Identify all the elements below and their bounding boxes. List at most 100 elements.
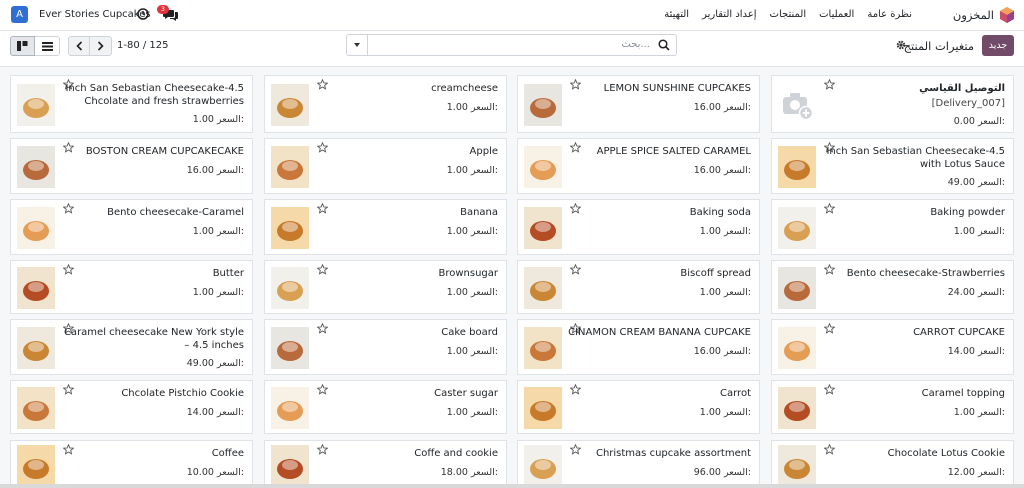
product-card[interactable]: Christmas cupcake assortment 96.00 السعر: [517,440,760,488]
price-label: السعر: [470,407,498,418]
menu-item-operations[interactable]: العمليات [819,9,854,20]
product-card[interactable]: Cake board 1.00 السعر: [264,319,507,375]
product-card[interactable]: Bento cheesecake-Strawberries 24.00 السعر… [771,260,1014,314]
product-price: 24.00 السعر: [948,287,1005,298]
search-options-toggle[interactable] [347,35,368,55]
list-view-button[interactable] [35,36,60,56]
product-card[interactable]: Biscoff spread 1.00 السعر: [517,260,760,314]
product-card[interactable]: Butter 1.00 السعر: [10,260,253,314]
product-card[interactable]: CARROT CUPCAKE 14.00 السعر: [771,319,1014,375]
product-price: 1.00 السعر: [193,114,244,125]
chevron-right-icon [97,41,104,51]
list-icon [41,41,53,51]
menu-item-overview[interactable]: نظرة عامة [867,9,912,20]
product-card[interactable]: Bento cheesecake-Caramel 1.00 السعر: [10,199,253,255]
price-label: السعر: [977,467,1005,478]
product-card[interactable]: Coffee 10.00 السعر: [10,440,253,488]
price-value: 12.00 [947,467,975,478]
product-image [778,387,816,429]
inventory-app-icon[interactable] [1000,7,1014,23]
price-value: 1.00 [699,226,721,237]
price-label: السعر: [723,102,751,113]
product-price: 1.00 السعر: [447,102,498,113]
product-card[interactable]: Inch San Sebastian Cheesecake-4.5 with L… [771,138,1014,194]
pager-next-button[interactable] [90,36,112,56]
price-value: 0.00 [953,116,975,127]
product-image [17,84,55,126]
product-card[interactable]: creamcheese 1.00 السعر: [264,75,507,133]
product-image [17,327,55,369]
price-value: 1.00 [192,226,214,237]
price-label: السعر: [470,346,498,357]
product-price: 14.00 السعر: [187,407,244,418]
price-label: السعر: [977,226,1005,237]
product-price: 1.00 السعر: [700,407,751,418]
product-card[interactable]: Inch San Sebastian Cheesecake-4.5 Chcola… [10,75,253,133]
kanban-view-button[interactable] [10,36,35,56]
product-card[interactable]: Caramel cheesecake New York style – 4.5 … [10,319,253,375]
product-card[interactable]: Carrot 1.00 السعر: [517,380,760,434]
price-value: 1.00 [699,407,721,418]
product-card[interactable]: Caster sugar 1.00 السعر: [264,380,507,434]
search-icon[interactable] [658,39,670,51]
price-value: 16.00 [186,165,214,176]
price-value: 16.00 [693,165,721,176]
product-card[interactable]: APPLE SPICE SALTED CARAMEL 16.00 السعر: [517,138,760,194]
product-image [271,327,309,369]
product-card[interactable]: Baking soda 1.00 السعر: [517,199,760,255]
product-card[interactable]: Chcolate Pistchio Cookie 14.00 السعر: [10,380,253,434]
product-card[interactable]: Baking powder 1.00 السعر: [771,199,1014,255]
product-card[interactable]: Coffe and cookie 18.00 السعر: [264,440,507,488]
user-avatar[interactable]: A [11,6,28,23]
gear-icon[interactable] [896,40,906,50]
price-label: السعر: [216,226,244,237]
menu-item-reporting[interactable]: إعداد التقارير [702,9,756,20]
pager-value[interactable]: 1-80 / 125 [117,40,169,51]
product-price: 1.00 السعر: [954,407,1005,418]
product-name: APPLE SPICE SALTED CARAMEL [596,146,751,157]
product-image [271,207,309,249]
price-label: السعر: [216,467,244,478]
price-value: 1.00 [446,346,468,357]
pager-previous-button[interactable] [68,36,90,56]
product-price: 1.00 السعر: [193,287,244,298]
product-name: BOSTON CREAM CUPCAKECAKE [85,146,244,157]
kanban-icon [17,41,28,51]
product-price: 16.00 السعر: [694,346,751,357]
product-price: 96.00 السعر: [694,467,751,478]
new-button[interactable]: جديد [982,35,1014,56]
product-price: 1.00 السعر: [447,346,498,357]
price-value: 1.00 [446,226,468,237]
product-card[interactable]: Banana 1.00 السعر: [264,199,507,255]
price-label: السعر: [216,358,244,369]
product-card[interactable]: Apple 1.00 السعر: [264,138,507,194]
product-price: 12.00 السعر: [948,467,1005,478]
clock-icon[interactable] [137,8,149,20]
company-switcher[interactable]: Ever Stories Cupcakes [39,9,151,20]
price-label: السعر: [470,467,498,478]
product-card[interactable]: CINAMON CREAM BANANA CUPCAKE 16.00 السعر: [517,319,760,375]
product-name: Inch San Sebastian Cheesecake-4.5 Chcola… [65,83,244,107]
product-price: 1.00 السعر: [700,287,751,298]
product-card[interactable]: Chocolate Lotus Cookie 12.00 السعر: [771,440,1014,488]
product-image [778,445,816,487]
product-card[interactable]: BOSTON CREAM CUPCAKECAKE 16.00 السعر: [10,138,253,194]
product-name: CARROT CUPCAKE [913,327,1005,338]
search-bar[interactable]: بحث... [346,34,677,56]
product-card[interactable]: Brownsugar 1.00 السعر: [264,260,507,314]
price-value: 49.00 [947,177,975,188]
product-image [271,445,309,487]
search-input[interactable]: بحث... [621,39,650,50]
app-title[interactable]: المخزون [953,8,994,22]
menu-item-products[interactable]: المنتجات [770,9,807,20]
control-panel: جديد متغيرات المنتج بحث... 1-80 / 125 [0,31,1024,67]
product-card[interactable]: LEMON SUNSHINE CUPCAKES 16.00 السعر: [517,75,760,133]
product-card[interactable]: التوصيل القياسي [Delivery_007] 0.00 السعر: [771,75,1014,133]
product-name: Baking soda [689,207,751,218]
product-card[interactable]: Caramel topping 1.00 السعر: [771,380,1014,434]
price-label: السعر: [216,407,244,418]
chevron-left-icon [75,41,82,51]
price-value: 1.00 [192,114,214,125]
menu-item-configuration[interactable]: التهيئة [664,9,689,20]
product-name: CINAMON CREAM BANANA CUPCAKE [568,327,751,338]
